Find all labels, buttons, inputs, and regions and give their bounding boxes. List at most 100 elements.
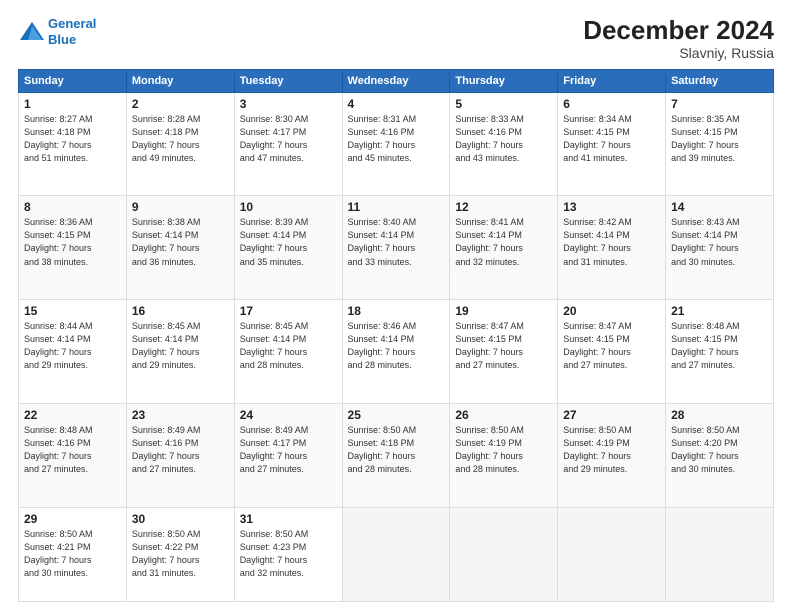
- calendar-cell: 1Sunrise: 8:27 AM Sunset: 4:18 PM Daylig…: [19, 92, 127, 196]
- day-info: Sunrise: 8:50 AM Sunset: 4:19 PM Dayligh…: [563, 424, 660, 476]
- col-header-wednesday: Wednesday: [342, 69, 450, 92]
- calendar-cell: 28 Sunrise: 8:50 AM Sunset: 4:20 PM Dayli…: [666, 403, 774, 507]
- day-info: Sunrise: 8:44 AM Sunset: 4:14 PM Dayligh…: [24, 320, 121, 372]
- day-info: Sunrise: 8:45 AM Sunset: 4:14 PM Dayligh…: [132, 320, 229, 372]
- calendar-cell: 5Sunrise: 8:33 AM Sunset: 4:16 PM Daylig…: [450, 92, 558, 196]
- col-header-saturday: Saturday: [666, 69, 774, 92]
- calendar-cell: [342, 507, 450, 601]
- calendar-cell: 12Sunrise: 8:41 AM Sunset: 4:14 PM Dayli…: [450, 196, 558, 300]
- day-info: Sunrise: 8:36 AM Sunset: 4:15 PM Dayligh…: [24, 216, 121, 268]
- day-info: Sunrise: 8:50 AM Sunset: 4:22 PM Dayligh…: [132, 528, 229, 580]
- calendar-header-row: SundayMondayTuesdayWednesdayThursdayFrid…: [19, 69, 774, 92]
- calendar-cell: 22Sunrise: 8:48 AM Sunset: 4:16 PM Dayli…: [19, 403, 127, 507]
- day-number: 7: [671, 97, 768, 111]
- day-info: Sunrise: 8:42 AM Sunset: 4:14 PM Dayligh…: [563, 216, 660, 268]
- col-header-sunday: Sunday: [19, 69, 127, 92]
- day-number: 19: [455, 304, 552, 318]
- logo-text: General Blue: [48, 16, 96, 47]
- day-number: 21: [671, 304, 768, 318]
- day-info: Sunrise: 8:49 AM Sunset: 4:17 PM Dayligh…: [240, 424, 337, 476]
- day-info: Sunrise: 8:31 AM Sunset: 4:16 PM Dayligh…: [348, 113, 445, 165]
- day-info: Sunrise: 8:39 AM Sunset: 4:14 PM Dayligh…: [240, 216, 337, 268]
- day-info: Sunrise: 8:50 AM Sunset: 4:19 PM Dayligh…: [455, 424, 552, 476]
- calendar-cell: [450, 507, 558, 601]
- day-number: 6: [563, 97, 660, 111]
- day-info: Sunrise: 8:34 AM Sunset: 4:15 PM Dayligh…: [563, 113, 660, 165]
- day-number: 10: [240, 200, 337, 214]
- col-header-thursday: Thursday: [450, 69, 558, 92]
- calendar-week-row: 22Sunrise: 8:48 AM Sunset: 4:16 PM Dayli…: [19, 403, 774, 507]
- day-info: Sunrise: 8:50 AM Sunset: 4:21 PM Dayligh…: [24, 528, 121, 580]
- day-info: Sunrise: 8:30 AM Sunset: 4:17 PM Dayligh…: [240, 113, 337, 165]
- title-block: December 2024 Slavniy, Russia: [583, 16, 774, 61]
- day-number: 16: [132, 304, 229, 318]
- day-info: Sunrise: 8:48 AM Sunset: 4:16 PM Dayligh…: [24, 424, 121, 476]
- day-info: Sunrise: 8:40 AM Sunset: 4:14 PM Dayligh…: [348, 216, 445, 268]
- calendar-cell: 2Sunrise: 8:28 AM Sunset: 4:18 PM Daylig…: [126, 92, 234, 196]
- logo-general: General: [48, 16, 96, 31]
- calendar-cell: 11 Sunrise: 8:40 AM Sunset: 4:14 PM Dayli…: [342, 196, 450, 300]
- calendar-cell: 19 Sunrise: 8:47 AM Sunset: 4:15 PM Dayli…: [450, 300, 558, 404]
- day-number: 27: [563, 408, 660, 422]
- calendar-cell: 17Sunrise: 8:45 AM Sunset: 4:14 PM Dayli…: [234, 300, 342, 404]
- calendar-cell: [666, 507, 774, 601]
- day-number: 18: [348, 304, 445, 318]
- calendar-cell: 23 Sunrise: 8:49 AM Sunset: 4:16 PM Dayli…: [126, 403, 234, 507]
- day-info: Sunrise: 8:43 AM Sunset: 4:14 PM Dayligh…: [671, 216, 768, 268]
- col-header-monday: Monday: [126, 69, 234, 92]
- day-number: 25: [348, 408, 445, 422]
- day-number: 20: [563, 304, 660, 318]
- calendar-cell: 8 Sunrise: 8:36 AM Sunset: 4:15 PM Daylig…: [19, 196, 127, 300]
- logo-blue: Blue: [48, 32, 76, 47]
- calendar-week-row: 29 Sunrise: 8:50 AM Sunset: 4:21 PM Dayli…: [19, 507, 774, 601]
- day-number: 23: [132, 408, 229, 422]
- day-number: 3: [240, 97, 337, 111]
- calendar-cell: 16 Sunrise: 8:45 AM Sunset: 4:14 PM Dayli…: [126, 300, 234, 404]
- logo: General Blue: [18, 16, 96, 47]
- day-info: Sunrise: 8:41 AM Sunset: 4:14 PM Dayligh…: [455, 216, 552, 268]
- calendar-week-row: 15 Sunrise: 8:44 AM Sunset: 4:14 PM Dayli…: [19, 300, 774, 404]
- calendar-table: SundayMondayTuesdayWednesdayThursdayFrid…: [18, 69, 774, 602]
- calendar-cell: 26 Sunrise: 8:50 AM Sunset: 4:19 PM Dayli…: [450, 403, 558, 507]
- day-info: Sunrise: 8:47 AM Sunset: 4:15 PM Dayligh…: [563, 320, 660, 372]
- calendar-cell: 20 Sunrise: 8:47 AM Sunset: 4:15 PM Dayli…: [558, 300, 666, 404]
- calendar-title: December 2024: [583, 16, 774, 45]
- day-number: 2: [132, 97, 229, 111]
- calendar-cell: 6 Sunrise: 8:34 AM Sunset: 4:15 PM Daylig…: [558, 92, 666, 196]
- day-number: 26: [455, 408, 552, 422]
- calendar-week-row: 8 Sunrise: 8:36 AM Sunset: 4:15 PM Daylig…: [19, 196, 774, 300]
- day-number: 11: [348, 200, 445, 214]
- day-number: 9: [132, 200, 229, 214]
- day-number: 1: [24, 97, 121, 111]
- day-number: 24: [240, 408, 337, 422]
- calendar-cell: 7Sunrise: 8:35 AM Sunset: 4:15 PM Daylig…: [666, 92, 774, 196]
- day-number: 8: [24, 200, 121, 214]
- day-info: Sunrise: 8:49 AM Sunset: 4:16 PM Dayligh…: [132, 424, 229, 476]
- calendar-cell: 31Sunrise: 8:50 AM Sunset: 4:23 PM Dayli…: [234, 507, 342, 601]
- day-number: 15: [24, 304, 121, 318]
- calendar-cell: 27 Sunrise: 8:50 AM Sunset: 4:19 PM Dayli…: [558, 403, 666, 507]
- day-number: 13: [563, 200, 660, 214]
- calendar-cell: 3 Sunrise: 8:30 AM Sunset: 4:17 PM Daylig…: [234, 92, 342, 196]
- calendar-cell: 15 Sunrise: 8:44 AM Sunset: 4:14 PM Dayli…: [19, 300, 127, 404]
- header: General Blue December 2024 Slavniy, Russ…: [18, 16, 774, 61]
- calendar-subtitle: Slavniy, Russia: [583, 45, 774, 61]
- day-number: 29: [24, 512, 121, 526]
- calendar-cell: 30Sunrise: 8:50 AM Sunset: 4:22 PM Dayli…: [126, 507, 234, 601]
- day-info: Sunrise: 8:47 AM Sunset: 4:15 PM Dayligh…: [455, 320, 552, 372]
- day-info: Sunrise: 8:50 AM Sunset: 4:20 PM Dayligh…: [671, 424, 768, 476]
- day-number: 14: [671, 200, 768, 214]
- calendar-cell: 24 Sunrise: 8:49 AM Sunset: 4:17 PM Dayli…: [234, 403, 342, 507]
- day-info: Sunrise: 8:50 AM Sunset: 4:23 PM Dayligh…: [240, 528, 337, 580]
- day-info: Sunrise: 8:46 AM Sunset: 4:14 PM Dayligh…: [348, 320, 445, 372]
- day-number: 28: [671, 408, 768, 422]
- page: General Blue December 2024 Slavniy, Russ…: [0, 0, 792, 612]
- col-header-friday: Friday: [558, 69, 666, 92]
- calendar-cell: 14 Sunrise: 8:43 AM Sunset: 4:14 PM Dayli…: [666, 196, 774, 300]
- day-info: Sunrise: 8:48 AM Sunset: 4:15 PM Dayligh…: [671, 320, 768, 372]
- calendar-cell: 13 Sunrise: 8:42 AM Sunset: 4:14 PM Dayli…: [558, 196, 666, 300]
- day-info: Sunrise: 8:33 AM Sunset: 4:16 PM Dayligh…: [455, 113, 552, 165]
- calendar-cell: 25Sunrise: 8:50 AM Sunset: 4:18 PM Dayli…: [342, 403, 450, 507]
- day-info: Sunrise: 8:45 AM Sunset: 4:14 PM Dayligh…: [240, 320, 337, 372]
- calendar-cell: 4Sunrise: 8:31 AM Sunset: 4:16 PM Daylig…: [342, 92, 450, 196]
